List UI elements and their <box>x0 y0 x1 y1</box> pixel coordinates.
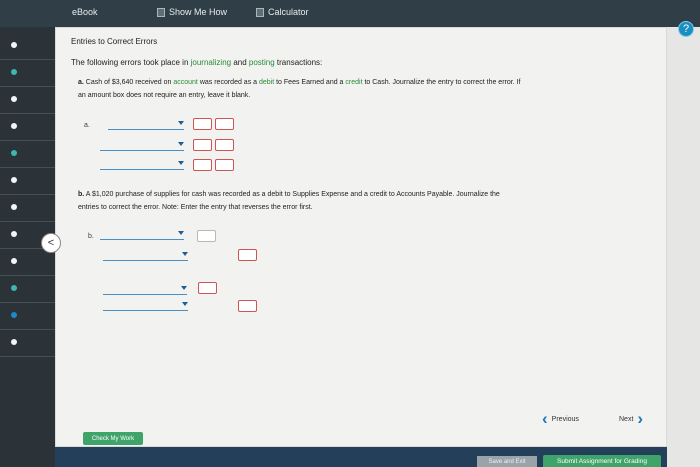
assignment-panel: Entries to Correct Errors The following … <box>55 27 667 447</box>
save-and-exit-button[interactable]: Save and Exit <box>477 456 537 467</box>
account-select[interactable] <box>103 251 188 261</box>
show-me-how-label: Show Me How <box>169 7 228 17</box>
save-and-exit-label: Save and Exit <box>488 458 526 465</box>
check-status-icon <box>11 150 17 156</box>
part-a-line-2: an amount box does not require an entry,… <box>78 92 251 99</box>
credit-amount-input[interactable] <box>215 159 234 171</box>
account-select[interactable] <box>100 160 184 170</box>
part-a-text-2: was recorded as a <box>197 79 259 86</box>
dropdown-caret-icon <box>178 121 184 125</box>
ebook-button[interactable]: eBook <box>72 7 98 17</box>
account-select[interactable] <box>103 301 188 311</box>
debit-amount-input[interactable] <box>193 159 212 171</box>
credit-link[interactable]: credit <box>345 79 362 86</box>
part-a-text-4: to Cash. Journalize the entry to correct… <box>362 79 521 86</box>
debit-amount-input[interactable] <box>193 139 212 151</box>
back-circle-button[interactable]: < <box>41 233 61 253</box>
account-link[interactable]: account <box>173 79 198 86</box>
page-title: Entries to Correct Errors <box>71 37 158 46</box>
next-label: Next <box>619 415 634 423</box>
part-b-line-2: entries to correct the error. Note: Ente… <box>78 204 313 211</box>
part-a-line-1: a. Cash of $3,640 received on account wa… <box>78 76 658 89</box>
debit-amount-input[interactable] <box>198 282 217 294</box>
chevron-left-icon: ‹ <box>542 409 548 428</box>
submit-assignment-button[interactable]: Submit Assignment for Grading <box>543 455 661 467</box>
credit-amount-input[interactable] <box>215 139 234 151</box>
intro-prefix: The following errors took place in <box>71 58 191 67</box>
posting-link[interactable]: posting <box>249 58 275 67</box>
question-nav-item[interactable] <box>0 249 55 276</box>
question-nav-item[interactable] <box>0 276 55 303</box>
status-dot-icon <box>11 96 17 102</box>
intro-text: The following errors took place in journ… <box>71 58 322 67</box>
dropdown-caret-icon <box>181 286 187 290</box>
check-my-work-button[interactable]: Check My Work <box>83 432 143 445</box>
chevron-back-icon: < <box>47 237 55 249</box>
question-nav-item[interactable] <box>0 303 55 330</box>
ebook-label: eBook <box>72 7 98 17</box>
help-icon[interactable]: ? <box>678 21 694 37</box>
question-nav-item[interactable] <box>0 168 55 195</box>
status-dot-icon <box>11 123 17 129</box>
part-a-instructions: a. Cash of $3,640 received on account wa… <box>78 76 658 102</box>
dropdown-caret-icon <box>178 142 184 146</box>
video-icon <box>157 7 165 17</box>
account-select[interactable] <box>100 141 184 151</box>
part-b-line-1: b. A $1,020 purchase of supplies for cas… <box>78 188 658 201</box>
help-label: ? <box>682 23 690 35</box>
status-dot-icon <box>11 204 17 210</box>
account-select[interactable] <box>100 230 184 240</box>
question-nav-item[interactable] <box>0 330 55 357</box>
question-nav-item[interactable] <box>0 33 55 60</box>
calculator-label: Calculator <box>268 7 309 17</box>
calculator-button[interactable]: Calculator <box>256 7 309 17</box>
credit-amount-input[interactable] <box>215 118 234 130</box>
account-select[interactable] <box>103 285 187 295</box>
intro-and: and <box>231 58 249 67</box>
status-dot-icon <box>11 339 17 345</box>
status-dot-icon <box>11 42 17 48</box>
calculator-icon <box>256 7 264 17</box>
dropdown-caret-icon <box>178 231 184 235</box>
current-status-icon <box>11 312 17 318</box>
account-select[interactable] <box>108 120 184 130</box>
previous-label: Previous <box>551 415 579 423</box>
debit-link[interactable]: debit <box>259 79 274 86</box>
question-nav-item[interactable] <box>0 114 55 141</box>
check-status-icon <box>11 69 17 75</box>
previous-button[interactable]: ‹ Previous <box>542 409 579 428</box>
top-toolbar: eBook Show Me How Calculator <box>0 0 700 27</box>
show-me-how-button[interactable]: Show Me How <box>157 7 227 17</box>
dropdown-caret-icon <box>182 302 188 306</box>
question-nav-item[interactable] <box>0 141 55 168</box>
chevron-right-icon: › <box>637 409 644 428</box>
credit-amount-input[interactable] <box>238 249 257 261</box>
debit-amount-input[interactable] <box>193 118 212 130</box>
part-a-row-label: a. <box>84 122 90 129</box>
part-b-instructions: b. A $1,020 purchase of supplies for cas… <box>78 188 658 214</box>
right-edge-strip <box>667 27 700 467</box>
part-b-row-label: b. <box>88 233 94 240</box>
check-status-icon <box>11 285 17 291</box>
question-nav-item[interactable] <box>0 87 55 114</box>
part-a-text-3: to Fees Earned and a <box>274 79 346 86</box>
dropdown-caret-icon <box>182 252 188 256</box>
question-nav-item[interactable] <box>0 195 55 222</box>
submit-label: Submit Assignment for Grading <box>557 457 647 465</box>
debit-amount-input[interactable] <box>197 230 216 242</box>
status-dot-icon <box>11 231 17 237</box>
part-b-text-1: A $1,020 purchase of supplies for cash w… <box>84 191 500 198</box>
next-button[interactable]: Next › <box>619 409 644 428</box>
status-dot-icon <box>11 258 17 264</box>
intro-suffix: transactions: <box>274 58 323 67</box>
dropdown-caret-icon <box>178 161 184 165</box>
status-dot-icon <box>11 177 17 183</box>
check-my-work-label: Check My Work <box>91 435 135 442</box>
credit-amount-input[interactable] <box>238 300 257 312</box>
journalizing-link[interactable]: journalizing <box>191 58 231 67</box>
part-a-text-1: Cash of $3,640 received on <box>83 79 174 86</box>
question-nav-item[interactable] <box>0 60 55 87</box>
